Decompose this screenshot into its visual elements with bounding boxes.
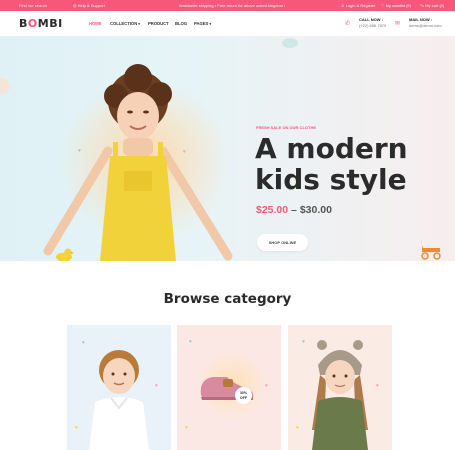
heart-icon: ♥ (189, 339, 192, 345)
cart-icon: ⛍ (420, 3, 425, 8)
chevron-down-icon: ▾ (138, 22, 140, 26)
price-old: $30.00 (299, 204, 332, 216)
price-new: $25.00 (256, 204, 289, 216)
mail-contact[interactable]: MAIL NOW : demo@demo.com (409, 17, 442, 28)
category-image-girl (312, 340, 368, 450)
logo[interactable]: BOMBI (19, 17, 63, 30)
mail-icon: ✉ (395, 21, 401, 27)
shipping-notice: Worldwide shipping • Free return for abo… (179, 3, 286, 8)
cloud-decoration (282, 38, 298, 48)
duck-decoration (56, 248, 74, 261)
user-icon: ♙ (341, 3, 345, 8)
chevron-down-icon: ▾ (209, 22, 212, 26)
hero-price: $25.00 – $30.00 (256, 204, 332, 216)
category-card[interactable]: ♥ ♥ ♥ 30% OFF (177, 325, 281, 450)
nav-pages[interactable]: PAGES▾ (194, 21, 211, 26)
wishlist-link[interactable]: ♡ My wishlist (0) (381, 3, 411, 8)
cart-link[interactable]: ⛍ My cart (0) (420, 3, 444, 9)
stroller-decoration (421, 240, 441, 260)
hero-child-image (43, 64, 233, 261)
site-header: BOMBI HOME COLLECTION▾ PRODUCT BLOG PAGE… (0, 11, 455, 36)
heart-icon: ♡ (381, 3, 385, 8)
phone-icon: ✆ (345, 21, 351, 27)
help-support-link[interactable]: ◎ Help & Support (73, 3, 105, 8)
price-separator: – (291, 204, 297, 216)
search-input[interactable]: Find our search (19, 3, 47, 8)
nav-product[interactable]: PRODUCT (148, 21, 169, 26)
cloud-decoration (0, 78, 10, 94)
nav-home[interactable]: HOME (89, 21, 102, 26)
section-title: Browse category (163, 291, 292, 307)
hero-banner: ♥ ♥ FRESH SALE ON OUR CLOTHE A modern ki… (0, 36, 455, 261)
nav-blog[interactable]: BLOG (175, 21, 187, 26)
shop-online-button[interactable]: SHOP ONLINE (257, 234, 308, 251)
category-card[interactable]: ♥ ♥ ♥ (67, 325, 171, 450)
call-contact[interactable]: CALL NOW : (+22) 656 7870 (359, 17, 386, 28)
discount-badge: 30% OFF (235, 387, 252, 404)
category-image-boy (89, 350, 149, 450)
hero-eyebrow: FRESH SALE ON OUR CLOTHE (256, 125, 317, 130)
top-bar: Find our search ◎ Help & Support Worldwi… (0, 0, 455, 11)
heart-icon: ♥ (296, 425, 299, 431)
heart-icon: ♥ (185, 425, 188, 431)
category-card[interactable]: ♥ ♥ ♥ (288, 325, 392, 450)
help-icon: ◎ (73, 3, 77, 8)
login-register-link[interactable]: ♙ Login & Register (341, 3, 375, 8)
nav-collection[interactable]: COLLECTION▾ (110, 21, 140, 26)
heart-icon: ♥ (75, 425, 78, 431)
hero-title: A modern kids style (255, 132, 408, 196)
